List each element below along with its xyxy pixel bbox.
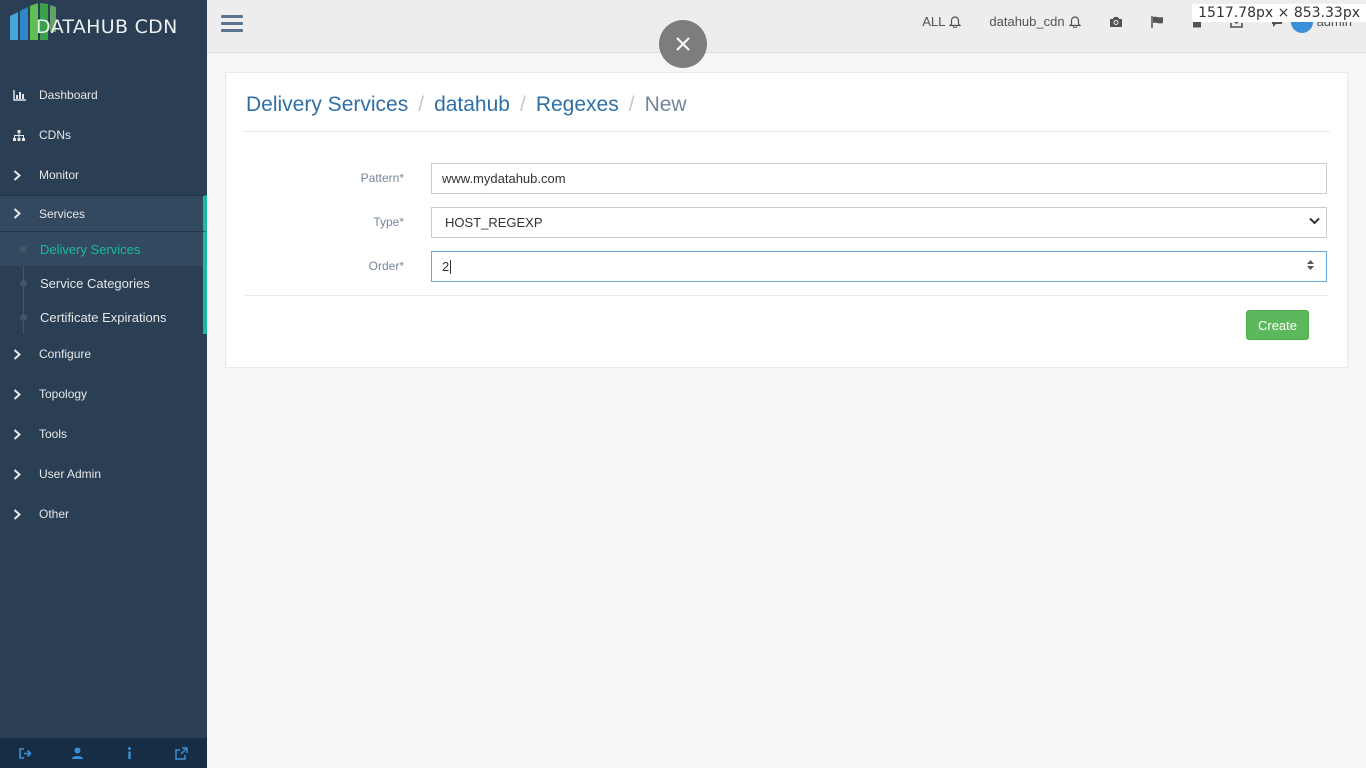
breadcrumb-regexes[interactable]: Regexes <box>536 93 619 117</box>
queue-updates-link[interactable] <box>1137 0 1178 43</box>
sidebar-item-label: Tools <box>39 427 68 441</box>
sidebar-footer <box>0 738 207 768</box>
menu-toggle-icon[interactable] <box>221 15 243 35</box>
sidebar-item-user-admin[interactable]: User Admin <box>0 454 207 494</box>
sidebar-subitem-service-categories[interactable]: Service Categories <box>0 266 203 300</box>
type-row: Type* HOST_REGEXP <box>226 207 1347 239</box>
top-navbar: ALL datahub_cdn admin 1517.78px × 853.33… <box>207 0 1366 53</box>
chevron-down-icon <box>1309 217 1320 225</box>
snapshot-link[interactable] <box>1095 0 1137 43</box>
chevron-right-icon <box>0 468 39 480</box>
sidebar-item-label: Monitor <box>39 168 80 182</box>
sidebar-item-tools[interactable]: Tools <box>0 414 207 454</box>
sidebar-item-label: Dashboard <box>39 88 98 102</box>
close-icon <box>676 37 690 51</box>
pattern-row: Pattern* www.mydatahub.com <box>226 163 1347 195</box>
sidebar-item-services[interactable]: Services <box>0 195 207 232</box>
divider <box>245 295 1328 296</box>
brand-name: DATAHUB CDN <box>36 16 178 38</box>
breadcrumb-separator: / <box>418 93 425 116</box>
logout-icon[interactable] <box>6 738 46 768</box>
breadcrumb-current: New <box>644 93 687 116</box>
breadcrumb-datahub[interactable]: datahub <box>434 93 510 117</box>
sidebar-item-cdns[interactable]: CDNs <box>0 115 207 155</box>
order-value: 2 <box>442 259 450 274</box>
external-link-icon[interactable] <box>161 738 201 768</box>
chevron-right-icon <box>0 169 39 181</box>
sitemap-icon <box>0 129 39 141</box>
chevron-right-icon <box>0 508 39 520</box>
side-menu: Dashboard CDNs Monitor Services Delivery… <box>0 75 207 534</box>
cdn-label: datahub_cdn <box>989 14 1065 29</box>
sidebar-item-configure[interactable]: Configure <box>0 334 207 374</box>
flag-icon <box>1150 15 1163 28</box>
chevron-right-icon <box>0 428 39 440</box>
size-tooltip: 1517.78px × 853.33px <box>1192 4 1366 22</box>
breadcrumb: Delivery Services / datahub / Regexes / … <box>246 93 687 117</box>
sidebar-item-label: CDNs <box>39 128 71 142</box>
order-input[interactable]: 2 <box>431 251 1327 282</box>
order-row: Order* 2 <box>226 251 1347 283</box>
sidebar-subitem-certificate-expirations[interactable]: Certificate Expirations <box>0 300 203 334</box>
all-label: ALL <box>922 14 946 29</box>
sidebar-item-label: User Admin <box>39 467 102 481</box>
brand[interactable]: DATAHUB CDN <box>0 0 207 52</box>
close-button[interactable] <box>659 20 707 68</box>
type-label: Type* <box>373 215 404 229</box>
chevron-right-icon <box>0 348 39 360</box>
bell-icon <box>1068 15 1081 28</box>
type-value: HOST_REGEXP <box>445 215 543 230</box>
breadcrumb-separator: / <box>628 93 635 116</box>
breadcrumb-delivery-services[interactable]: Delivery Services <box>246 93 408 117</box>
services-submenu: Delivery Services Service Categories Cer… <box>0 232 207 334</box>
divider <box>243 131 1330 132</box>
sidebar: DATAHUB CDN Dashboard CDNs Monitor Servi… <box>0 0 207 768</box>
create-button[interactable]: Create <box>1246 310 1309 340</box>
sidebar-item-label: Other <box>39 507 70 521</box>
bar-chart-icon <box>0 89 39 101</box>
breadcrumb-separator: / <box>519 93 526 116</box>
sidebar-item-label: Configure <box>39 347 92 361</box>
regex-form-panel: Delivery Services / datahub / Regexes / … <box>225 72 1348 368</box>
all-notifications-link[interactable]: ALL <box>908 0 975 43</box>
bell-icon <box>949 15 962 28</box>
sidebar-item-label: Topology <box>39 387 88 401</box>
chevron-right-icon <box>0 208 39 219</box>
sidebar-subitem-delivery-services[interactable]: Delivery Services <box>0 232 203 266</box>
pattern-input[interactable]: www.mydatahub.com <box>431 163 1327 194</box>
pattern-label: Pattern* <box>360 171 404 185</box>
pattern-value: www.mydatahub.com <box>442 171 566 186</box>
cdn-notifications-link[interactable]: datahub_cdn <box>975 0 1094 43</box>
sidebar-item-other[interactable]: Other <box>0 494 207 534</box>
info-icon[interactable] <box>109 738 149 768</box>
order-label: Order* <box>368 259 404 273</box>
text-cursor <box>450 259 452 274</box>
chevron-right-icon <box>0 388 39 400</box>
sidebar-item-topology[interactable]: Topology <box>0 374 207 414</box>
type-select[interactable]: HOST_REGEXP <box>431 207 1327 238</box>
number-spinner-icon[interactable] <box>1307 260 1314 270</box>
camera-icon <box>1109 16 1122 27</box>
sidebar-item-label: Services <box>39 206 86 221</box>
sidebar-item-dashboard[interactable]: Dashboard <box>0 75 207 115</box>
user-icon[interactable] <box>58 738 98 768</box>
sidebar-item-monitor[interactable]: Monitor <box>0 155 207 195</box>
